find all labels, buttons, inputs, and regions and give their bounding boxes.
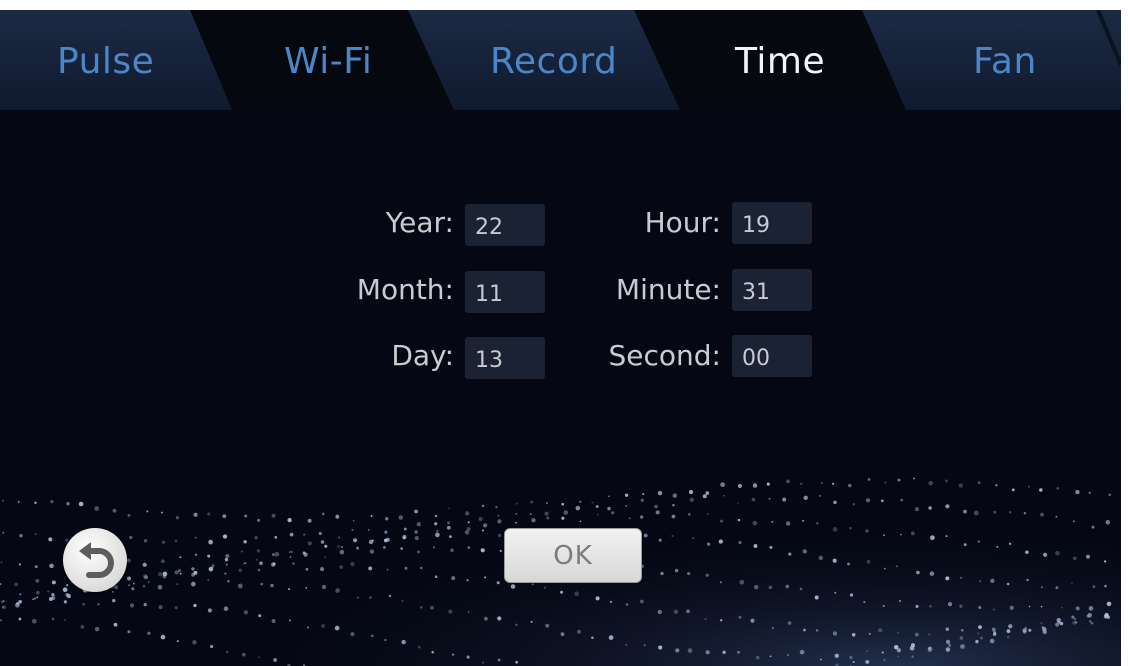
back-button[interactable] [63, 528, 127, 592]
month-field[interactable]: 11 [465, 271, 545, 313]
day-field[interactable]: 13 [465, 337, 545, 379]
minute-field[interactable]: 31 [732, 269, 812, 311]
undo-arrow-icon [79, 542, 114, 578]
ok-button[interactable]: OK [504, 528, 642, 583]
tab-pulse[interactable]: Pulse [57, 40, 154, 84]
tab-bar: Pulse Wi-Fi Record Time Fan [0, 10, 1121, 110]
minute-label: Minute: [615, 273, 721, 306]
device-screen: Pulse Wi-Fi Record Time Fan Year: 22 Mon… [0, 10, 1121, 666]
tab-record[interactable]: Record [490, 40, 617, 84]
day-label: Day: [391, 339, 454, 372]
tab-fan[interactable]: Fan [973, 40, 1037, 84]
second-label: Second: [608, 339, 721, 372]
tab-wifi[interactable]: Wi-Fi [284, 40, 372, 84]
second-field[interactable]: 00 [732, 335, 812, 377]
year-field[interactable]: 22 [465, 204, 545, 246]
hour-label: Hour: [644, 206, 721, 239]
year-label: Year: [385, 206, 454, 239]
tab-time[interactable]: Time [735, 40, 825, 84]
month-label: Month: [356, 273, 454, 306]
hour-field[interactable]: 19 [732, 202, 812, 244]
